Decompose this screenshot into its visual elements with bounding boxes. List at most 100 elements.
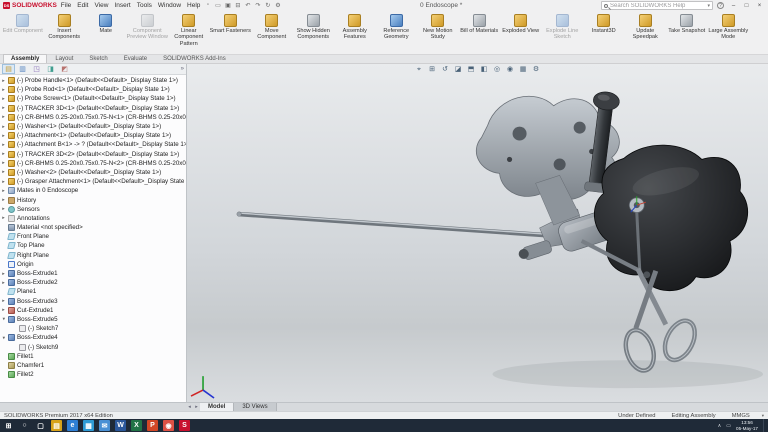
tree-item[interactable]: ▸ Front Plane (1, 232, 186, 241)
section-view-icon[interactable]: ◪ (454, 65, 463, 74)
view-tab[interactable]: 3D Views (234, 403, 276, 411)
tree-item[interactable]: ▸ (-) Probe Handle<1> (Default<<Default>… (1, 76, 186, 85)
previous-view-icon[interactable]: ↺ (441, 65, 450, 74)
tree-item[interactable]: ▸ History (1, 195, 186, 204)
tree-item[interactable]: ▸ (-) CR-BHMS 0.25-20x0.75x0.75-N<2> (CR… (1, 159, 186, 168)
tree-item[interactable]: ▸ (-) Probe Rod<1> (Default<<Default>_Di… (1, 85, 186, 94)
expander-icon[interactable]: ▸ (1, 151, 6, 157)
show-hidden-components-button[interactable]: Show Hidden Components (293, 12, 335, 54)
dimxpertmanager-tab[interactable]: ◨ (44, 64, 57, 74)
store-icon[interactable]: ▦ (83, 420, 94, 431)
tree-item[interactable]: ▸ Chamfer1 (1, 361, 186, 370)
help-icon[interactable]: ? (717, 2, 724, 9)
word-icon[interactable]: W (115, 420, 126, 431)
tree-item[interactable]: ▸ Top Plane (1, 241, 186, 250)
tree-item[interactable]: ▸ (-) Sketch9 (1, 342, 186, 351)
tree-item[interactable]: ▸ Boss-Extrude1 (1, 269, 186, 278)
task-view-icon[interactable]: ▢ (35, 420, 46, 431)
command-tab[interactable]: SOLIDWORKS Add-Ins (155, 54, 234, 63)
search-caret-icon[interactable]: ▾ (707, 3, 710, 9)
redo-icon[interactable]: ↷ (254, 2, 261, 9)
linear-component-pattern-button[interactable]: Linear Component Pattern (168, 12, 210, 54)
search-input[interactable] (610, 3, 705, 9)
file-explorer-icon[interactable]: ▤ (51, 420, 62, 431)
tree-item[interactable]: ▸ (-) Sketch7 (1, 324, 186, 333)
instant3d-button[interactable]: Instant3D (583, 12, 625, 54)
explode-line-sketch-button[interactable]: Explode Line Sketch (542, 12, 584, 54)
tree-item[interactable]: ▸ (-) TRACKER 3D<2> (Default<<Default>_D… (1, 150, 186, 159)
expander-icon[interactable]: ▸ (1, 206, 6, 212)
tree-item[interactable]: ▸ (-) Attachment<1> (Default<<Default>_D… (1, 131, 186, 140)
menu-item[interactable]: Insert (114, 2, 130, 9)
tab-scroll-left-icon[interactable]: ◂ (186, 404, 193, 410)
tree-item[interactable]: ▸ Boss-Extrude2 (1, 278, 186, 287)
expander-icon[interactable]: ▸ (1, 215, 6, 221)
expander-icon[interactable]: ▸ (1, 87, 6, 93)
menu-item[interactable]: Help (187, 2, 200, 9)
tree-item[interactable]: ▸ Cut-Extrude1 (1, 306, 186, 315)
graphics-area[interactable]: ⌖⊞↺◪⬒◧◎◉▦⚙ (187, 64, 768, 402)
reference-geometry-button[interactable]: Reference Geometry (376, 12, 418, 54)
tree-item[interactable]: ▸ Plane1 (1, 287, 186, 296)
tree-item[interactable]: ▸ Boss-Extrude3 (1, 297, 186, 306)
edit-component-button[interactable]: Edit Component (2, 12, 44, 54)
cortana-search-icon[interactable]: ○ (19, 420, 30, 431)
save-icon[interactable]: ▣ (224, 2, 231, 9)
tree-item[interactable]: ▸ Boss-Extrude5 (1, 315, 186, 324)
expander-icon[interactable]: ▸ (1, 317, 7, 322)
tree-item[interactable]: ▸ Origin (1, 260, 186, 269)
component-preview-window-button[interactable]: Component Preview Window (127, 12, 169, 54)
expander-icon[interactable]: ▸ (1, 197, 6, 203)
tree-item[interactable]: ▸ Fillet2 (1, 370, 186, 379)
hide-show-items-icon[interactable]: ◎ (493, 65, 502, 74)
smart-fasteners-button[interactable]: Smart Fasteners (210, 12, 252, 54)
chrome-icon[interactable]: ◉ (163, 420, 174, 431)
expander-icon[interactable]: ▸ (1, 142, 6, 148)
tree-item[interactable]: ▸ Material <not specified> (1, 223, 186, 232)
move-component-button[interactable]: Move Component (251, 12, 293, 54)
show-desktop-button[interactable] (763, 419, 765, 432)
command-tab[interactable]: Assembly (3, 54, 47, 63)
propertymanager-tab[interactable]: ▥ (16, 64, 29, 74)
command-tab[interactable]: Sketch (81, 54, 115, 63)
display-style-icon[interactable]: ◧ (480, 65, 489, 74)
start-button[interactable]: ⊞ (3, 420, 14, 431)
menu-item[interactable]: Window (158, 2, 181, 9)
update-speedpak-button[interactable]: Update Speedpak (625, 12, 667, 54)
endoscope-3d-model[interactable] (187, 64, 768, 402)
assembly-features-button[interactable]: Assembly Features (334, 12, 376, 54)
undo-icon[interactable]: ↶ (244, 2, 251, 9)
expander-icon[interactable]: ▸ (1, 280, 6, 286)
command-tab[interactable]: Evaluate (116, 54, 155, 63)
new-document-icon[interactable]: ▫ (204, 2, 211, 9)
expander-icon[interactable]: ▸ (1, 169, 6, 175)
tree-item[interactable]: ▸ (-) Washer<1> (Default<<Default>_Displ… (1, 122, 186, 131)
tree-item[interactable]: ▸ (-) Grasper Attachment<1> (Default<<De… (1, 177, 186, 186)
expander-icon[interactable]: ▸ (1, 271, 6, 277)
view-orientation-icon[interactable]: ⬒ (467, 65, 476, 74)
apply-scene-icon[interactable]: ▦ (519, 65, 528, 74)
tree-item[interactable]: ▸ Fillet1 (1, 352, 186, 361)
tree-item[interactable]: ▸ (-) Probe Screw<1> (Default<<Default>_… (1, 94, 186, 103)
units-caret-icon[interactable]: ▾ (762, 413, 764, 419)
menu-item[interactable]: Tools (137, 2, 152, 9)
expander-icon[interactable]: ▸ (1, 307, 6, 313)
tree-item[interactable]: ▸ Annotations (1, 214, 186, 223)
expander-icon[interactable]: ▸ (1, 160, 6, 166)
menu-item[interactable]: View (94, 2, 108, 9)
expander-icon[interactable]: ▸ (1, 78, 6, 84)
expander-icon[interactable]: ▸ (1, 298, 6, 304)
exploded-view-button[interactable]: Exploded View (500, 12, 542, 54)
rebuild-icon[interactable]: ↻ (264, 2, 271, 9)
view-settings-icon[interactable]: ⚙ (532, 65, 541, 74)
zoom-fit-icon[interactable]: ⌖ (415, 65, 424, 74)
mail-icon[interactable]: ✉ (99, 420, 110, 431)
expander-icon[interactable]: ▸ (1, 335, 7, 340)
panel-chevron-icon[interactable]: » (181, 66, 184, 72)
tray-expand-icon[interactable]: ∧ (718, 423, 722, 429)
edit-appearance-icon[interactable]: ◉ (506, 65, 515, 74)
displaymanager-tab[interactable]: ◩ (58, 64, 71, 74)
tree-item[interactable]: ▸ (-) Washer<2> (Default<<Default>_Displ… (1, 168, 186, 177)
command-tab[interactable]: Layout (47, 54, 81, 63)
excel-icon[interactable]: X (131, 420, 142, 431)
